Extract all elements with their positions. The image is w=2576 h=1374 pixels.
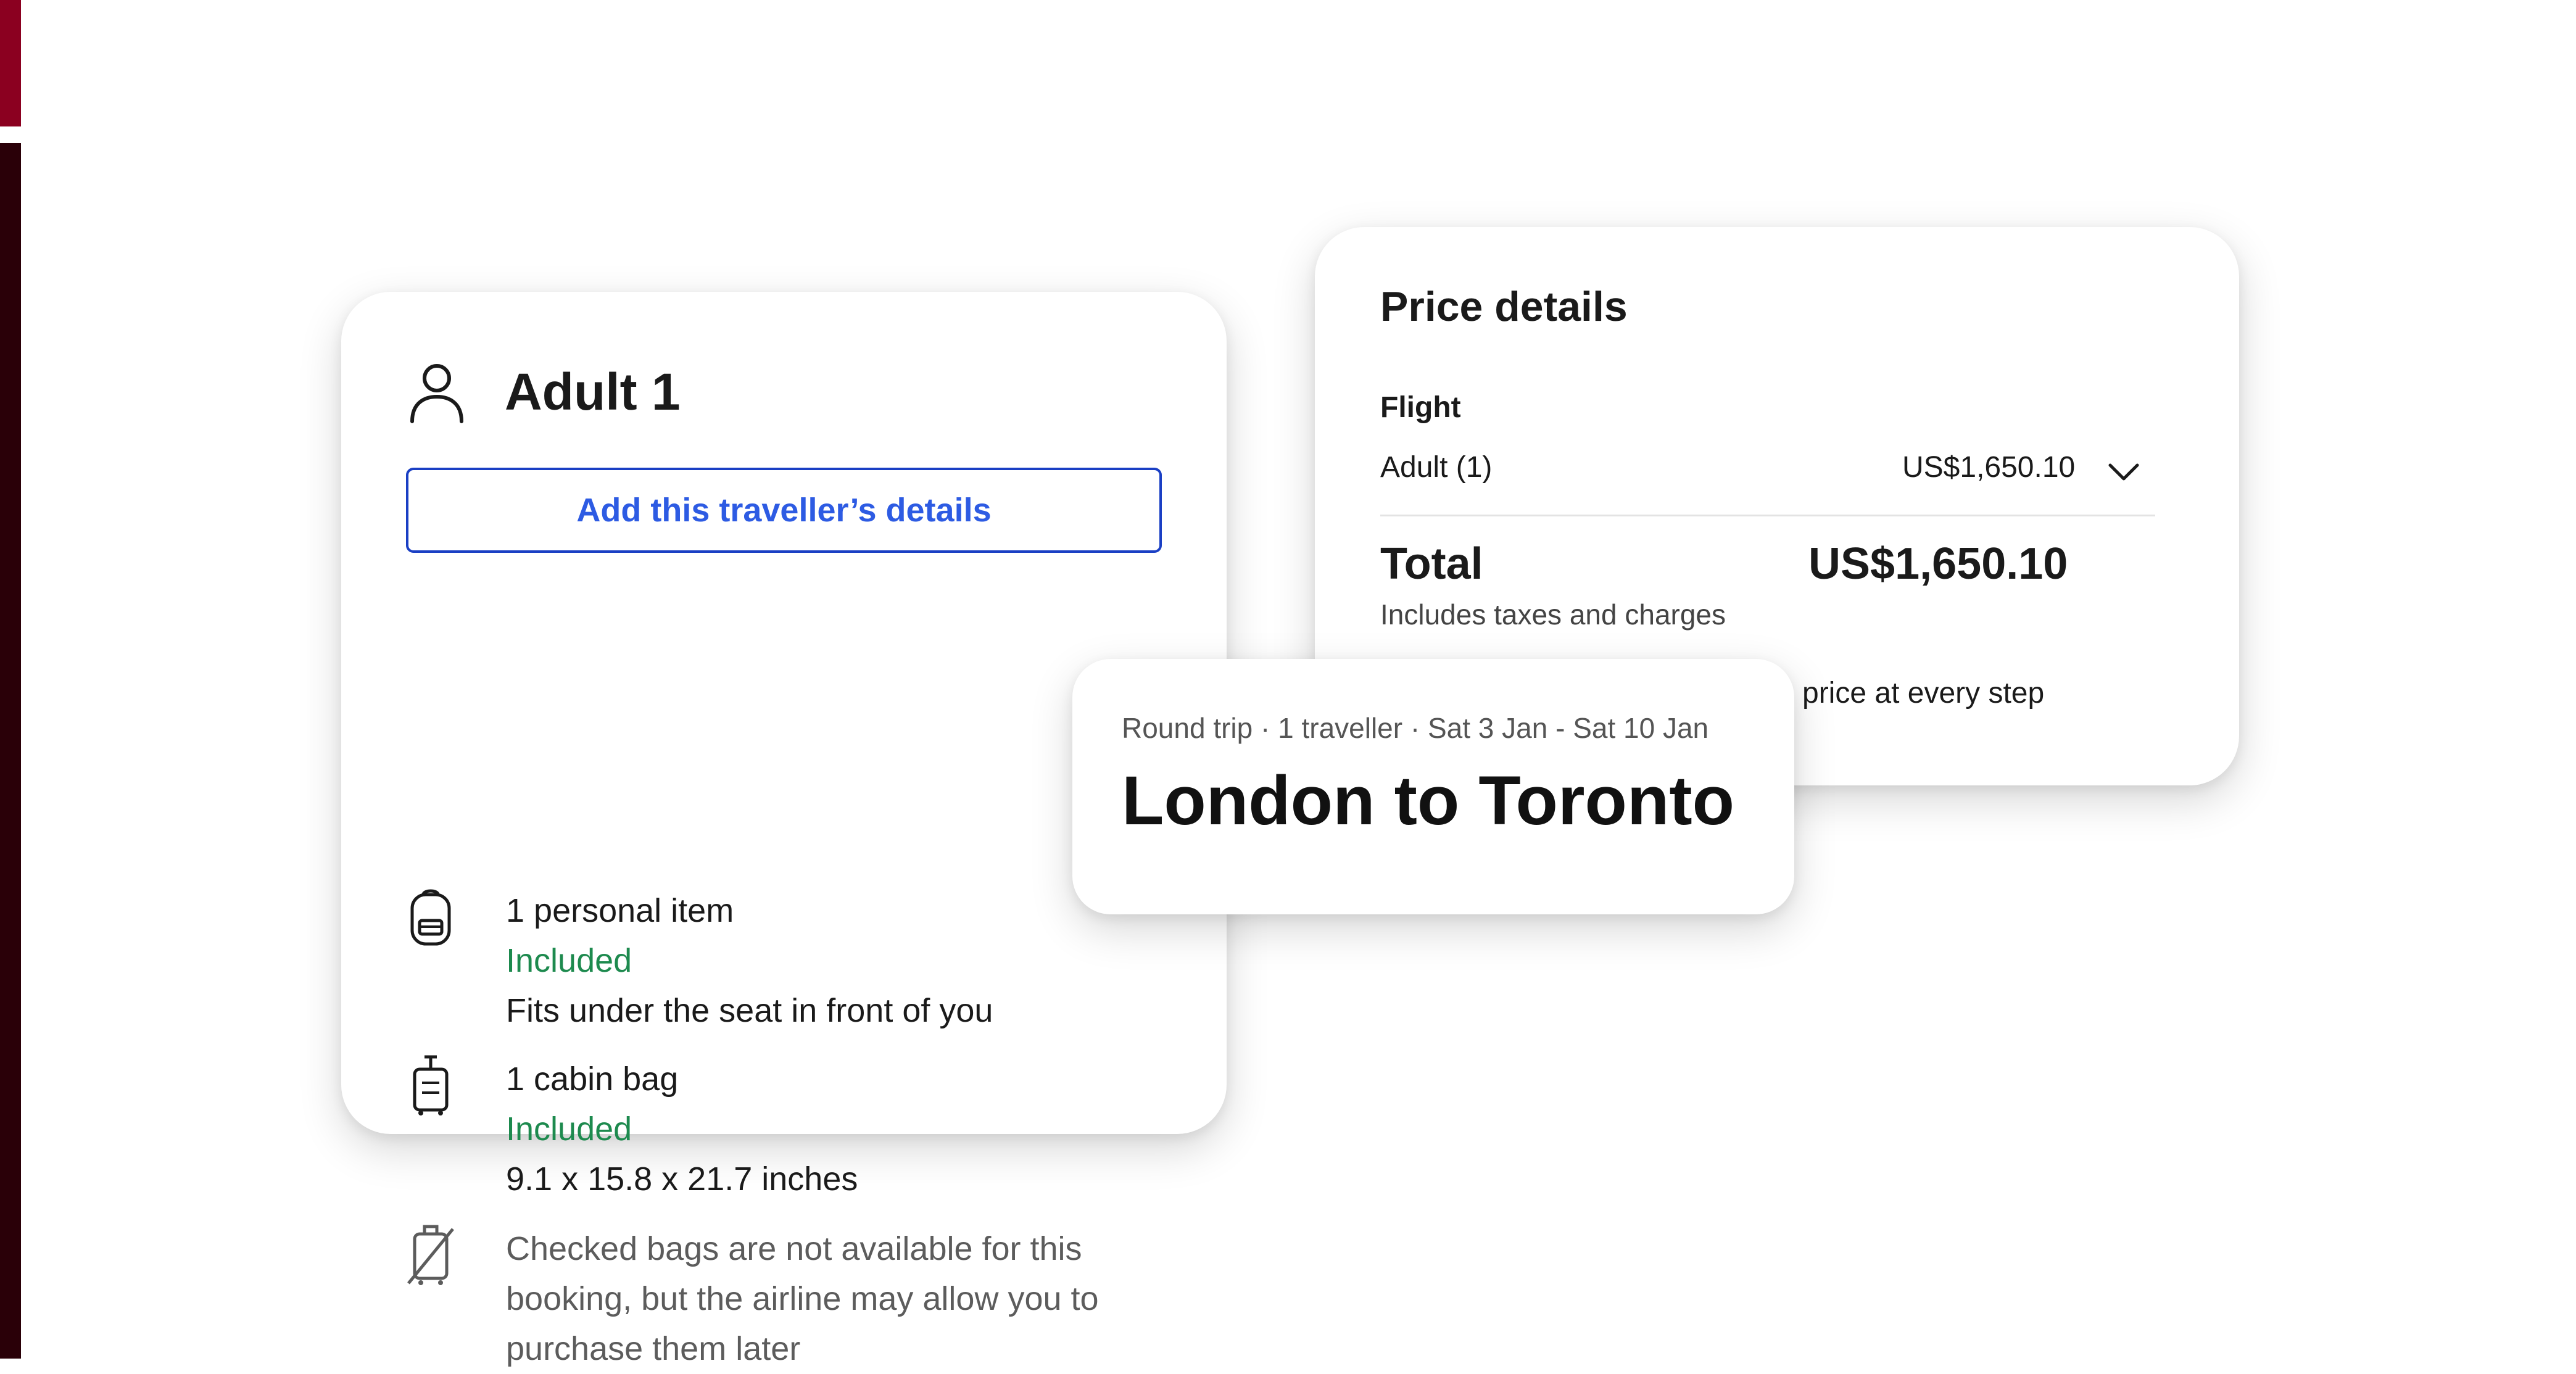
price-title: Price details [1380,283,1628,330]
price-divider [1380,515,2155,516]
cabin-bag-name: 1 cabin bag [506,1061,679,1098]
total-note: Includes taxes and charges [1380,598,1726,631]
checked-bag-line-1: Checked bags are not available for this [506,1230,1082,1267]
personal-item-detail: Fits under the seat in front of you [506,992,993,1029]
cabin-bag-text: 1 cabin bag Included 9.1 x 15.8 x 21.7 i… [506,1054,1185,1204]
chevron-down-icon[interactable] [2106,461,2141,484]
traveller-header: Adult 1 [406,357,681,428]
personal-item-status: Included [506,942,632,979]
checked-bag-line-3: purchase them later [506,1330,801,1367]
checked-bag-line-2: booking, but the airline may allow you t… [506,1280,1099,1317]
price-partial-text: price at every step [1802,677,2045,710]
checked-bag-text: Checked bags are not available for this … [506,1224,1185,1374]
cabin-bag-detail: 9.1 x 15.8 x 21.7 inches [506,1161,858,1198]
cabin-bag-icon [413,1055,449,1115]
person-icon [410,364,463,423]
trip-subtitle: Round trip · 1 traveller · Sat 3 Jan - S… [1122,712,1709,744]
brand-stripe-top [0,0,21,126]
backpack-icon [410,889,451,946]
trip-summary-card: Round trip · 1 traveller · Sat 3 Jan - S… [1072,659,1794,914]
personal-item-text: 1 personal item Included Fits under the … [506,886,1185,1036]
price-adult-value: US$1,650.10 [1902,451,2076,484]
trip-title: London to Toronto [1122,762,1735,839]
total-value: US$1,650.10 [1808,539,2068,589]
traveller-title: Adult 1 [505,363,681,421]
no-checked-bag-icon [407,1225,454,1285]
add-traveller-details-button[interactable]: Add this traveller’s details [406,468,1162,553]
price-section-label: Flight [1380,391,1461,424]
total-label: Total [1380,539,1483,589]
cabin-bag-status: Included [506,1111,632,1148]
price-adult-label: Adult (1) [1380,451,1493,484]
brand-stripe-bottom [0,143,21,1359]
